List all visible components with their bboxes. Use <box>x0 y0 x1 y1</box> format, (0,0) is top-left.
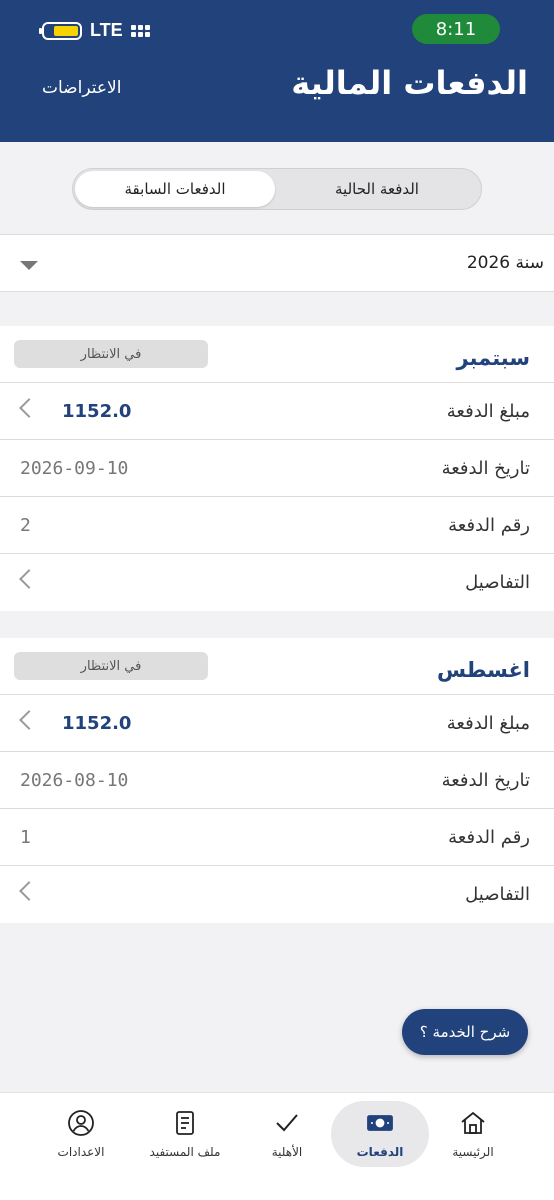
number-row: رقم الدفعة 2 <box>0 497 554 554</box>
payment-card-header: اغسطس في الانتظار <box>0 638 554 695</box>
bottom-tab-bar: الاعدادات ملف المستفيد الأهلية الدفعات ا… <box>0 1092 554 1200</box>
number-value: 1 <box>20 827 31 848</box>
nav-payments-label: الدفعات <box>356 1145 404 1159</box>
details-row[interactable]: التفاصيل <box>0 554 554 611</box>
chevron-left-icon <box>19 398 39 418</box>
status-badge: في الانتظار <box>14 340 208 368</box>
amount-row[interactable]: مبلغ الدفعة 1152.0 <box>0 695 554 752</box>
service-explanation-button[interactable]: شرح الخدمة ؟ <box>402 1009 528 1055</box>
date-row: تاريخ الدفعة 2026-09-10 <box>0 440 554 497</box>
payment-month: اغسطس <box>436 658 530 682</box>
app-header: LTE 8:11 الدفعات المالية الاعتراضات <box>0 0 554 142</box>
chevron-left-icon <box>19 569 39 589</box>
number-label: رقم الدفعة <box>448 827 530 848</box>
nav-profile-label: ملف المستفيد <box>149 1145 221 1159</box>
user-circle-icon <box>68 1110 94 1136</box>
nav-settings-label: الاعدادات <box>57 1145 105 1159</box>
details-label: التفاصيل <box>465 884 530 905</box>
payment-card: سبتمبر في الانتظار مبلغ الدفعة 1152.0 تا… <box>0 326 554 611</box>
number-value: 2 <box>20 515 31 536</box>
date-row: تاريخ الدفعة 2026-08-10 <box>0 752 554 809</box>
home-icon <box>461 1111 485 1134</box>
nav-home-label: الرئيسية <box>452 1145 494 1159</box>
date-value: 2026-09-10 <box>20 458 129 479</box>
payment-card-header: سبتمبر في الانتظار <box>0 326 554 383</box>
network-label: LTE <box>90 20 123 40</box>
status-badge: في الانتظار <box>14 652 208 680</box>
amount-value: 1152.0 <box>62 401 132 422</box>
nav-settings[interactable]: الاعدادات <box>32 1101 130 1167</box>
tab-current-payment[interactable]: الدفعة الحالية <box>277 171 477 207</box>
document-icon <box>176 1111 194 1135</box>
amount-label: مبلغ الدفعة <box>446 713 530 734</box>
nav-eligibility-label: الأهلية <box>271 1145 303 1159</box>
nav-beneficiary-profile[interactable]: ملف المستفيد <box>136 1101 234 1167</box>
nav-eligibility[interactable]: الأهلية <box>238 1101 336 1167</box>
check-icon <box>276 1114 298 1132</box>
amount-value: 1152.0 <box>62 713 132 734</box>
date-label: تاريخ الدفعة <box>441 458 530 479</box>
cash-icon <box>367 1115 393 1131</box>
chevron-left-icon <box>19 710 39 730</box>
signal-icon <box>130 24 150 37</box>
number-label: رقم الدفعة <box>448 515 530 536</box>
date-value: 2026-08-10 <box>20 770 129 791</box>
payment-month: سبتمبر <box>456 346 530 370</box>
nav-payments[interactable]: الدفعات <box>331 1101 429 1167</box>
date-label: تاريخ الدفعة <box>441 770 530 791</box>
battery-icon <box>39 21 82 40</box>
number-row: رقم الدفعة 1 <box>0 809 554 866</box>
year-select-value: سنة 2026 <box>466 253 544 273</box>
nav-home[interactable]: الرئيسية <box>424 1101 522 1167</box>
page-title: الدفعات المالية <box>291 64 528 102</box>
payment-card: اغسطس في الانتظار مبلغ الدفعة 1152.0 تار… <box>0 638 554 923</box>
amount-label: مبلغ الدفعة <box>446 401 530 422</box>
chevron-left-icon <box>19 881 39 901</box>
status-indicators: LTE <box>39 20 150 41</box>
status-time: 8:11 <box>412 14 500 44</box>
tab-previous-payments[interactable]: الدفعات السابقة <box>75 171 275 207</box>
details-label: التفاصيل <box>465 572 530 593</box>
caret-down-icon <box>20 261 38 270</box>
objections-link[interactable]: الاعتراضات <box>42 78 121 98</box>
year-select[interactable]: سنة 2026 <box>0 234 554 292</box>
payments-segmented-control: الدفعة الحالية الدفعات السابقة <box>72 168 482 210</box>
details-row[interactable]: التفاصيل <box>0 866 554 923</box>
amount-row[interactable]: مبلغ الدفعة 1152.0 <box>0 383 554 440</box>
